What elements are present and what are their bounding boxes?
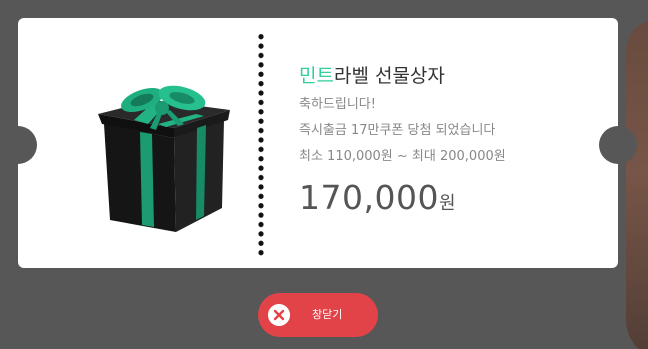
- close-button[interactable]: 창닫기: [258, 293, 378, 337]
- prize-amount-unit: 원: [438, 193, 456, 214]
- dotted-divider: [258, 32, 264, 258]
- prize-title-rest: 라벨 선물상자: [333, 65, 445, 87]
- gift-box-icon: [98, 85, 230, 232]
- background-decoration: [626, 20, 648, 349]
- popup-overlay: 민트라벨 선물상자 축하드립니다! 즉시출금 17만쿠폰 당첨 되었습니다 최소…: [0, 0, 648, 349]
- prize-title-brand: 민트: [299, 65, 334, 87]
- prize-amount-value: 170,000: [299, 178, 439, 217]
- coupon-ticket-card: 민트라벨 선물상자 축하드립니다! 즉시출금 17만쿠폰 당첨 되었습니다 최소…: [0, 18, 637, 268]
- prize-amount: 170,000원: [299, 178, 599, 217]
- range-text: 최소 110,000원 ~ 최대 200,000원: [299, 149, 506, 164]
- ticket-notch-right: [599, 126, 637, 164]
- close-button-label: 창닫기: [312, 308, 343, 321]
- ticket-notch-left: [0, 126, 37, 164]
- close-circle-icon: [268, 304, 290, 326]
- prize-title: 민트라벨 선물상자: [299, 62, 599, 90]
- prize-info: 민트라벨 선물상자 축하드립니다! 즉시출금 17만쿠폰 당첨 되었습니다 최소…: [299, 62, 599, 217]
- congrats-text: 축하드립니다!: [299, 97, 376, 112]
- coupon-text: 즉시출금 17만쿠폰 당첨 되었습니다: [299, 123, 496, 138]
